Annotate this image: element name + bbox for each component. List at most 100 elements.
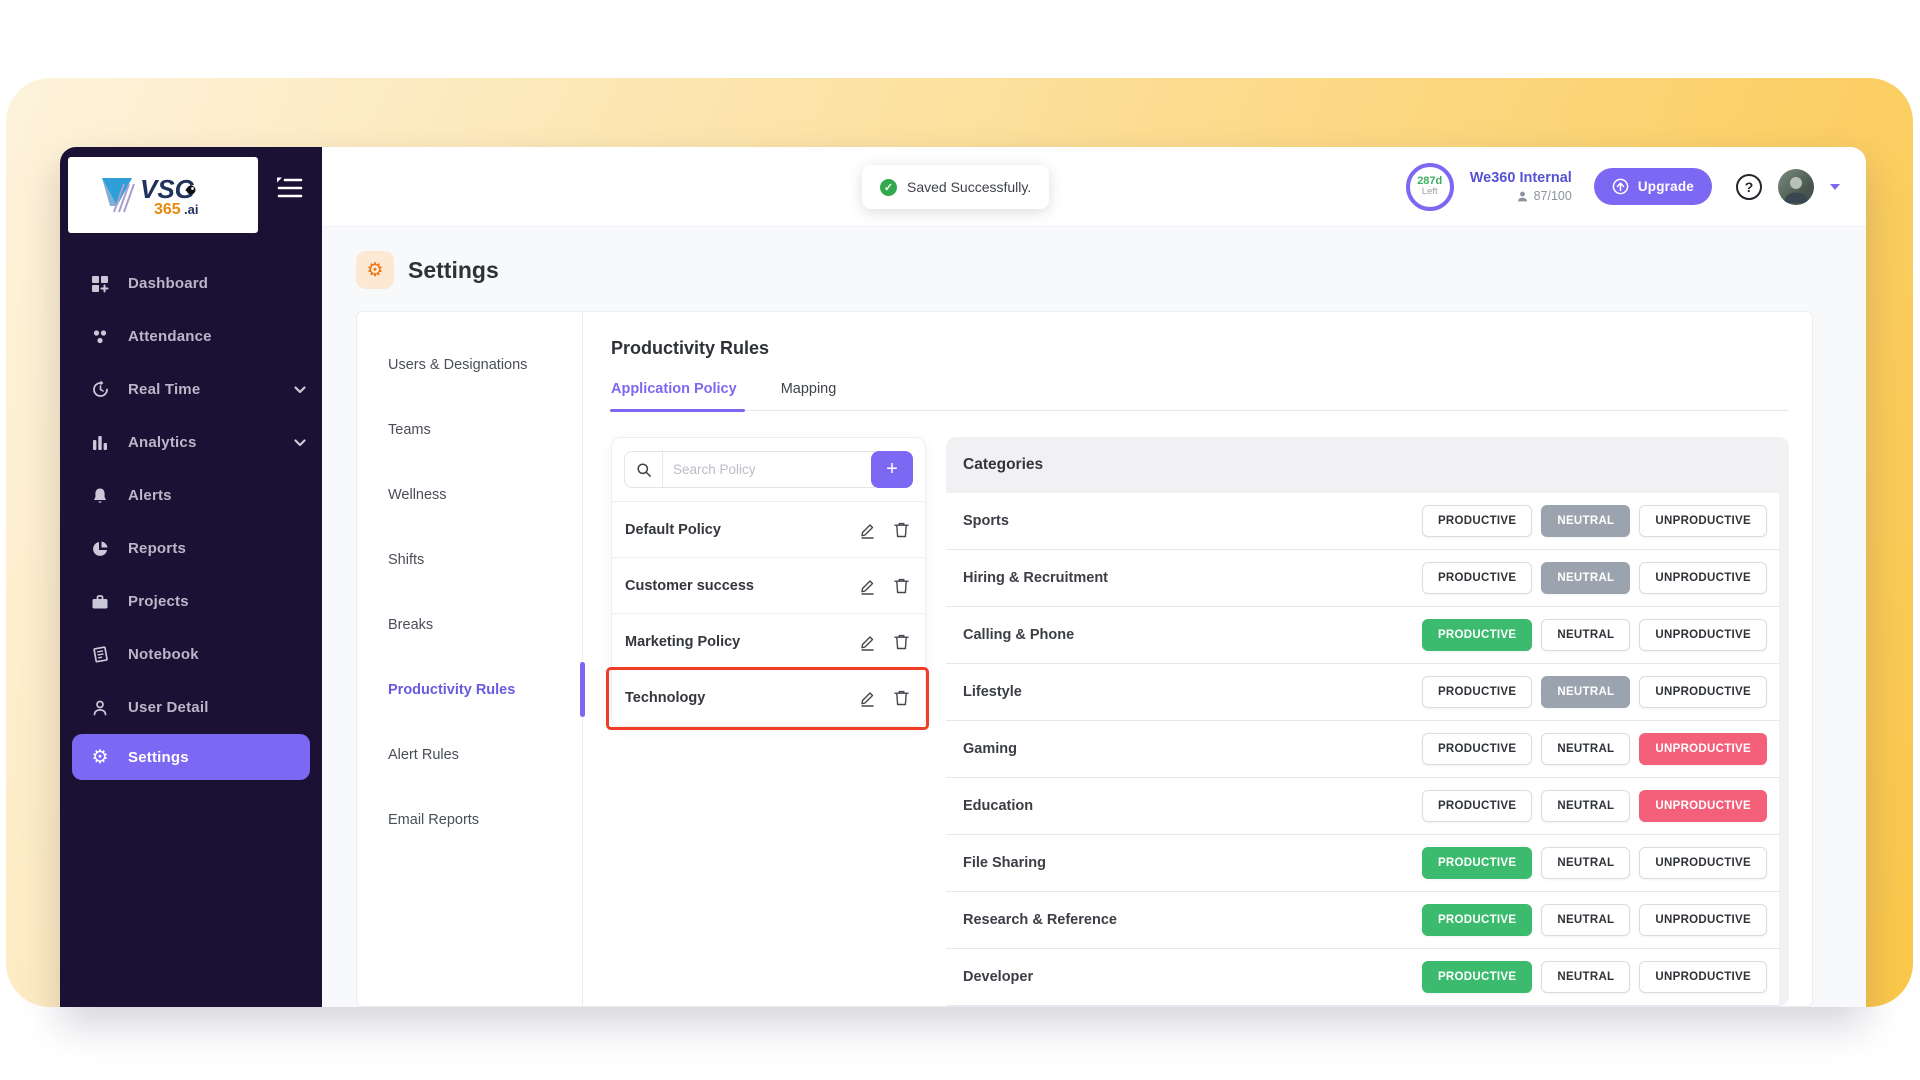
tab-mapping[interactable]: Mapping bbox=[781, 381, 837, 410]
category-research-and-reference-unproductive-button[interactable]: UNPRODUCTIVE bbox=[1639, 904, 1767, 936]
add-policy-button[interactable]: + bbox=[871, 451, 913, 488]
category-file-sharing-neutral-button[interactable]: NEUTRAL bbox=[1541, 847, 1631, 879]
tabs: Application Policy Mapping bbox=[610, 381, 1789, 412]
sidebar-item-label: Analytics bbox=[128, 434, 197, 451]
policy-name: Marketing Policy bbox=[625, 633, 741, 650]
app-window: VSG 365 .ai Dashboard Attendance Real Time… bbox=[60, 147, 1866, 1007]
upgrade-button[interactable]: Upgrade bbox=[1593, 168, 1712, 205]
attendance-icon bbox=[90, 327, 110, 347]
trial-days-label: Left bbox=[1421, 186, 1438, 198]
category-developer-productive-button[interactable]: PRODUCTIVE bbox=[1421, 961, 1533, 993]
category-state-buttons: PRODUCTIVE NEUTRAL UNPRODUCTIVE bbox=[1421, 733, 1767, 765]
sidebar-collapse-icon[interactable] bbox=[274, 175, 304, 201]
settings-nav-item-alert-rules[interactable]: Alert Rules bbox=[357, 722, 582, 787]
category-education-productive-button[interactable]: PRODUCTIVE bbox=[1421, 790, 1533, 822]
delete-policy-icon[interactable] bbox=[893, 689, 911, 707]
settings-nav-item-users-and-designations[interactable]: Users & Designations bbox=[357, 332, 582, 397]
sidebar-item-dashboard[interactable]: Dashboard bbox=[60, 257, 322, 310]
org-block: We360 Internal 87/100 bbox=[1470, 170, 1572, 203]
delete-policy-icon[interactable] bbox=[893, 633, 911, 651]
category-developer-unproductive-button[interactable]: UNPRODUCTIVE bbox=[1639, 961, 1767, 993]
category-row-gaming: Gaming PRODUCTIVE NEUTRAL UNPRODUCTIVE bbox=[946, 721, 1779, 778]
category-file-sharing-productive-button[interactable]: PRODUCTIVE bbox=[1421, 847, 1533, 879]
category-sports-productive-button[interactable]: PRODUCTIVE bbox=[1421, 505, 1533, 537]
sidebar-item-user-detail[interactable]: User Detail bbox=[60, 681, 322, 734]
sidebar-item-projects[interactable]: Projects bbox=[60, 575, 322, 628]
category-education-unproductive-button[interactable]: UNPRODUCTIVE bbox=[1639, 790, 1767, 822]
settings-nav-item-breaks[interactable]: Breaks bbox=[357, 592, 582, 657]
policy-row-customer-success[interactable]: Customer success bbox=[612, 558, 925, 614]
category-calling-and-phone-neutral-button[interactable]: NEUTRAL bbox=[1541, 619, 1631, 651]
category-gaming-productive-button[interactable]: PRODUCTIVE bbox=[1421, 733, 1533, 765]
category-sports-neutral-button[interactable]: NEUTRAL bbox=[1541, 505, 1631, 537]
category-name: Lifestyle bbox=[963, 684, 1022, 700]
category-hiring-and-recruitment-neutral-button[interactable]: NEUTRAL bbox=[1541, 562, 1631, 594]
tab-application-policy[interactable]: Application Policy bbox=[610, 381, 745, 412]
category-lifestyle-productive-button[interactable]: PRODUCTIVE bbox=[1421, 676, 1533, 708]
policy-row-technology[interactable]: Technology bbox=[606, 667, 929, 730]
category-calling-and-phone-productive-button[interactable]: PRODUCTIVE bbox=[1421, 619, 1533, 651]
delete-policy-icon[interactable] bbox=[893, 577, 911, 595]
policy-name: Default Policy bbox=[625, 521, 721, 538]
briefcase-icon bbox=[90, 592, 110, 612]
sidebar-item-reports[interactable]: Reports bbox=[60, 522, 322, 575]
upgrade-label: Upgrade bbox=[1637, 179, 1694, 194]
category-state-buttons: PRODUCTIVE NEUTRAL UNPRODUCTIVE bbox=[1421, 904, 1767, 936]
sidebar-item-notebook[interactable]: Notebook bbox=[60, 628, 322, 681]
help-icon[interactable]: ? bbox=[1736, 173, 1762, 200]
success-check-icon: ✓ bbox=[880, 178, 897, 196]
sidebar-item-real-time[interactable]: Real Time bbox=[60, 363, 322, 416]
policy-search-row: + bbox=[612, 438, 925, 502]
policy-row-default-policy[interactable]: Default Policy bbox=[612, 502, 925, 558]
sidebar-item-label: Reports bbox=[128, 540, 187, 557]
sidebar-item-label: Real Time bbox=[128, 381, 201, 398]
settings-nav-item-productivity-rules[interactable]: Productivity Rules bbox=[357, 657, 585, 722]
person-icon bbox=[1517, 191, 1527, 201]
category-gaming-neutral-button[interactable]: NEUTRAL bbox=[1541, 733, 1631, 765]
svg-text:.ai: .ai bbox=[184, 202, 198, 217]
user-icon bbox=[90, 698, 110, 718]
policy-row-marketing-policy[interactable]: Marketing Policy bbox=[612, 614, 925, 670]
brand-logo: VSG 365 .ai bbox=[68, 157, 258, 233]
org-name: We360 Internal bbox=[1469, 170, 1572, 186]
settings-nav-item-teams[interactable]: Teams bbox=[357, 397, 582, 462]
category-sports-unproductive-button[interactable]: UNPRODUCTIVE bbox=[1639, 505, 1767, 537]
pie-icon bbox=[90, 539, 110, 559]
sidebar-item-settings[interactable]: ⚙ Settings bbox=[72, 734, 310, 780]
category-research-and-reference-productive-button[interactable]: PRODUCTIVE bbox=[1421, 904, 1533, 936]
svg-text:365: 365 bbox=[154, 201, 181, 218]
category-gaming-unproductive-button[interactable]: UNPRODUCTIVE bbox=[1639, 733, 1767, 765]
category-hiring-and-recruitment-productive-button[interactable]: PRODUCTIVE bbox=[1421, 562, 1533, 594]
settings-nav-item-email-reports[interactable]: Email Reports bbox=[357, 787, 582, 852]
policy-list: Default Policy Customer success Marketing … bbox=[606, 502, 929, 730]
category-hiring-and-recruitment-unproductive-button[interactable]: UNPRODUCTIVE bbox=[1639, 562, 1767, 594]
search-policy-input[interactable] bbox=[663, 462, 874, 477]
edit-policy-icon[interactable] bbox=[859, 577, 877, 595]
category-lifestyle-neutral-button[interactable]: NEUTRAL bbox=[1541, 676, 1631, 708]
chevron-down-icon[interactable] bbox=[1830, 183, 1840, 190]
policy-panel: + Default Policy Customer success Marketin… bbox=[606, 437, 929, 730]
category-research-and-reference-neutral-button[interactable]: NEUTRAL bbox=[1541, 904, 1631, 936]
category-lifestyle-unproductive-button[interactable]: UNPRODUCTIVE bbox=[1639, 676, 1767, 708]
category-file-sharing-unproductive-button[interactable]: UNPRODUCTIVE bbox=[1639, 847, 1767, 879]
settings-nav-item-wellness[interactable]: Wellness bbox=[357, 462, 582, 527]
sidebar-item-alerts[interactable]: Alerts bbox=[60, 469, 322, 522]
chevron-down-icon bbox=[294, 438, 306, 447]
category-calling-and-phone-unproductive-button[interactable]: UNPRODUCTIVE bbox=[1639, 619, 1767, 651]
edit-policy-icon[interactable] bbox=[859, 521, 877, 539]
search-icon bbox=[625, 452, 663, 487]
policy-actions bbox=[859, 689, 911, 707]
category-state-buttons: PRODUCTIVE NEUTRAL UNPRODUCTIVE bbox=[1421, 676, 1767, 708]
category-developer-neutral-button[interactable]: NEUTRAL bbox=[1541, 961, 1631, 993]
delete-policy-icon[interactable] bbox=[893, 521, 911, 539]
sidebar-item-analytics[interactable]: Analytics bbox=[60, 416, 322, 469]
edit-policy-icon[interactable] bbox=[859, 633, 877, 651]
category-name: Research & Reference bbox=[963, 912, 1117, 928]
policy-name: Customer success bbox=[625, 577, 754, 594]
avatar[interactable] bbox=[1778, 168, 1814, 205]
edit-policy-icon[interactable] bbox=[859, 689, 877, 707]
sidebar-item-attendance[interactable]: Attendance bbox=[60, 310, 322, 363]
settings-nav-item-shifts[interactable]: Shifts bbox=[357, 527, 582, 592]
category-education-neutral-button[interactable]: NEUTRAL bbox=[1541, 790, 1631, 822]
org-users-value: 87/100 bbox=[1533, 189, 1572, 203]
